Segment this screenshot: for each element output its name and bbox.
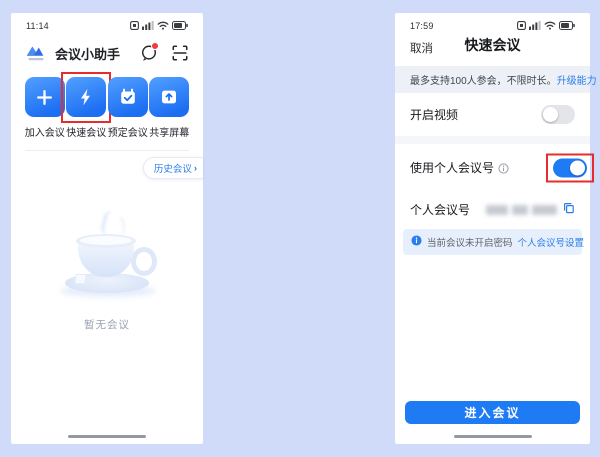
empty-state: 暂无会议 [11, 209, 203, 332]
chat-icon[interactable] [140, 42, 159, 62]
video-toggle[interactable] [541, 105, 575, 124]
scan-icon[interactable] [171, 44, 189, 62]
app-header: 会议小助手 [11, 32, 203, 64]
enter-meeting-button[interactable]: 进入会议 [405, 401, 580, 424]
teacup-illustration [52, 209, 162, 305]
status-bar: 11:14 [11, 13, 203, 32]
status-time: 11:14 [26, 20, 49, 31]
password-info-bar: 当前会议未开启密码 个人会议号设置 [403, 229, 585, 255]
action-label: 共享屏幕 [149, 128, 190, 139]
section-separator [395, 136, 590, 144]
signal-icon [142, 17, 154, 35]
history-meetings-link[interactable]: 历史会议 › [142, 157, 203, 179]
status-icons [130, 17, 188, 35]
meeting-id-row: 个人会议号 [395, 191, 590, 228]
highlight-box [546, 153, 594, 182]
video-setting-row: 开启视频 [395, 93, 590, 136]
lightning-icon [66, 77, 107, 117]
history-meetings-label: 历史会议 [153, 164, 192, 175]
action-label: 预定会议 [107, 128, 148, 139]
meeting-id-redacted-value [486, 204, 557, 215]
home-screen: 11:14 会议小助手 加入会议 快速会议 预定会议 共享屏幕 历史会议 › 暂… [11, 13, 203, 444]
meeting-id-settings-link[interactable]: 个人会议号设置 [518, 235, 585, 249]
empty-state-text: 暂无会议 [84, 319, 130, 331]
calendar-check-icon [107, 77, 148, 117]
action-grid: 加入会议 快速会议 预定会议 共享屏幕 [11, 64, 203, 139]
notification-dot [151, 42, 159, 50]
personal-id-label: 使用个人会议号 [410, 161, 495, 175]
app-logo-icon [25, 42, 47, 64]
quick-meeting-screen: 17:59 取消 快速会议 最多支持100人参会，不限时长。升级能力 开启视频 … [395, 13, 597, 444]
action-schedule-meeting[interactable]: 预定会议 [107, 77, 149, 139]
upgrade-link[interactable]: 升级能力 [557, 76, 597, 87]
nav-bar: 取消 快速会议 [395, 32, 590, 60]
steam-decoration [110, 215, 127, 236]
action-join-meeting[interactable]: 加入会议 [24, 77, 66, 139]
info-outline-icon[interactable] [498, 163, 509, 174]
capacity-banner: 最多支持100人参会，不限时长。升级能力 [395, 66, 597, 93]
hd-icon [130, 17, 139, 35]
personal-id-toggle[interactable] [553, 158, 587, 177]
password-info-text: 当前会议未开启密码 [427, 238, 513, 249]
status-time: 17:59 [410, 20, 434, 31]
info-filled-icon [411, 235, 422, 249]
divider [25, 150, 189, 151]
action-share-screen[interactable]: 共享屏幕 [149, 77, 191, 139]
status-bar: 17:59 [395, 13, 590, 32]
action-label: 快速会议 [66, 128, 107, 139]
plus-icon [24, 77, 65, 117]
wifi-icon [157, 17, 169, 35]
app-title: 会议小助手 [55, 46, 121, 62]
home-indicator[interactable] [68, 434, 146, 438]
action-quick-meeting[interactable]: 快速会议 [61, 72, 112, 139]
copy-icon[interactable] [563, 202, 575, 217]
screen-share-icon [149, 77, 190, 117]
meeting-id-label: 个人会议号 [410, 203, 471, 217]
personal-id-setting-row: 使用个人会议号 [395, 144, 594, 191]
banner-text: 最多支持100人参会，不限时长。 [410, 76, 557, 87]
cancel-button[interactable]: 取消 [410, 40, 433, 56]
home-indicator[interactable] [453, 434, 532, 438]
action-label: 加入会议 [24, 128, 65, 139]
chevron-right-icon: › [193, 162, 197, 174]
battery-icon [172, 17, 188, 35]
video-label: 开启视频 [410, 108, 459, 122]
screenshot-canvas: 11:14 会议小助手 加入会议 快速会议 预定会议 共享屏幕 历史会议 › 暂… [0, 0, 600, 457]
